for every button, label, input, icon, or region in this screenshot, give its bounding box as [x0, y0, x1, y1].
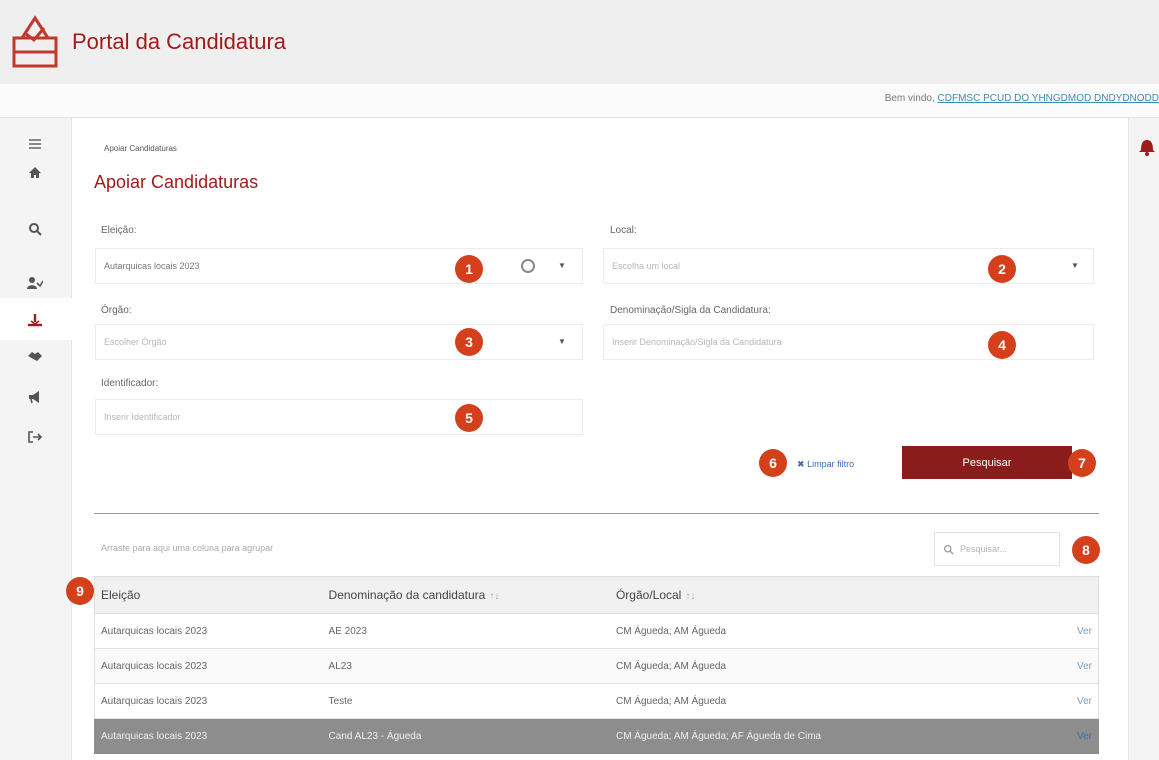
users-icon[interactable]	[22, 270, 48, 296]
sort-icon[interactable]: ↑↓	[489, 591, 499, 602]
marker-4: 4	[988, 331, 1016, 359]
handshake-icon[interactable]	[22, 343, 48, 369]
cell-orgao: CM Águeda; AM Águeda	[615, 695, 727, 707]
logout-icon[interactable]	[22, 424, 48, 450]
orgao-select[interactable]: Escolher Órgão	[95, 324, 583, 360]
support-icon[interactable]	[22, 307, 48, 333]
breadcrumb[interactable]: Apoiar Candidaturas	[104, 144, 177, 153]
cell-denominacao: Teste	[328, 695, 353, 707]
marker-3: 3	[455, 328, 483, 356]
marker-2: 2	[988, 255, 1016, 283]
cell-orgao: CM Águeda; AM Águeda	[615, 625, 727, 637]
table-row-selected[interactable]: Autarquicas locais 2023 Cand AL23 - Águe…	[94, 719, 1099, 754]
orgao-label: Órgão:	[101, 305, 132, 316]
search-icon	[943, 544, 954, 555]
view-link[interactable]: Ver	[1051, 661, 1098, 672]
cell-orgao: CM Águeda; AM Águeda	[615, 660, 727, 672]
identificador-label: Identificador:	[101, 378, 159, 389]
marker-1: 1	[455, 255, 483, 283]
denominacao-label: Denominação/Sigla da Candidatura:	[610, 305, 771, 316]
column-header-eleicao[interactable]: Eleição	[95, 588, 325, 602]
table-row[interactable]: Autarquicas locais 2023 AL23 CM Águeda; …	[94, 649, 1099, 684]
eleicao-label: Eleição:	[101, 225, 137, 236]
welcome-text: Bem vindo, CDFMSC PCUD DO YHNGDMOD DNDYD…	[885, 93, 1159, 104]
cell-eleicao: Autarquicas locais 2023	[101, 660, 208, 672]
marker-7: 7	[1068, 449, 1096, 477]
eleicao-select[interactable]: Autarquicas locais 2023	[95, 248, 583, 284]
clear-filter-label: Limpar filtro	[807, 459, 855, 469]
close-icon: ✖	[797, 459, 805, 469]
clear-filter-link[interactable]: ✖ Limpar filtro	[797, 459, 854, 470]
app-title: Portal da Candidatura	[72, 29, 287, 54]
cell-eleicao: Autarquicas locais 2023	[101, 695, 208, 707]
cell-denominacao: Cand AL23 - Águeda	[328, 730, 422, 742]
chevron-down-icon[interactable]: ▼	[558, 337, 566, 346]
cell-eleicao: Autarquicas locais 2023	[101, 730, 208, 742]
view-link[interactable]: Ver	[1051, 731, 1098, 742]
cell-denominacao: AE 2023	[328, 625, 367, 637]
orgao-placeholder: Escolher Órgão	[104, 337, 167, 347]
right-panel	[1128, 118, 1159, 760]
clear-selection-icon[interactable]	[521, 259, 535, 273]
view-link[interactable]: Ver	[1051, 696, 1098, 707]
identificador-input[interactable]: Inserir Identificador	[95, 399, 583, 435]
column-header-denominacao[interactable]: Denominação da candidatura ↑↓	[325, 588, 612, 602]
column-header-orgao[interactable]: Órgão/Local ↑↓	[612, 588, 1051, 602]
local-placeholder: Escolha um local	[612, 261, 681, 271]
grid-search-input[interactable]: Pesquisar...	[934, 532, 1060, 566]
section-divider	[94, 513, 1099, 514]
cell-orgao: CM Águeda; AM Águeda; AF Águeda de Cima	[615, 730, 822, 742]
view-link[interactable]: Ver	[1051, 626, 1098, 637]
megaphone-icon[interactable]	[22, 384, 48, 410]
user-link[interactable]: CDFMSC PCUD DO YHNGDMOD DNDYDNODD	[938, 93, 1159, 104]
cell-eleicao: Autarquicas locais 2023	[101, 625, 208, 637]
candidaturas-table: Eleição Denominação da candidatura ↑↓ Órg…	[94, 576, 1099, 754]
local-select[interactable]: Escolha um local	[603, 248, 1094, 284]
local-label: Local:	[610, 225, 637, 236]
identificador-placeholder: Inserir Identificador	[104, 412, 181, 422]
marker-6: 6	[759, 449, 787, 477]
search-icon[interactable]	[22, 216, 48, 242]
cell-denominacao: AL23	[328, 660, 352, 672]
home-icon[interactable]	[22, 159, 48, 185]
denominacao-input[interactable]: Inserir Denominação/Sigla da Candidatura	[603, 324, 1094, 360]
table-header: Eleição Denominação da candidatura ↑↓ Órg…	[94, 576, 1099, 614]
sort-icon[interactable]: ↑↓	[685, 591, 695, 602]
marker-9: 9	[66, 577, 94, 605]
table-row[interactable]: Autarquicas locais 2023 AE 2023 CM Águed…	[94, 614, 1099, 649]
page-title: Apoiar Candidaturas	[94, 172, 259, 192]
grid-search-placeholder: Pesquisar...	[960, 544, 1008, 554]
search-button[interactable]: Pesquisar	[902, 446, 1072, 479]
group-by-hint[interactable]: Arraste para aqui uma coluna para agrupa…	[101, 543, 273, 553]
welcome-prefix: Bem vindo,	[884, 93, 935, 104]
denominacao-placeholder: Inserir Denominação/Sigla da Candidatura	[612, 337, 782, 347]
ballot-box-logo	[12, 15, 58, 68]
table-row[interactable]: Autarquicas locais 2023 Teste CM Águeda;…	[94, 684, 1099, 719]
chevron-down-icon[interactable]: ▼	[558, 261, 566, 270]
marker-8: 8	[1072, 536, 1100, 564]
notification-bell-icon[interactable]	[1137, 136, 1157, 156]
marker-5: 5	[455, 404, 483, 432]
menu-icon[interactable]	[22, 131, 48, 157]
eleicao-value: Autarquicas locais 2023	[104, 261, 200, 271]
chevron-down-icon[interactable]: ▼	[1071, 261, 1079, 270]
